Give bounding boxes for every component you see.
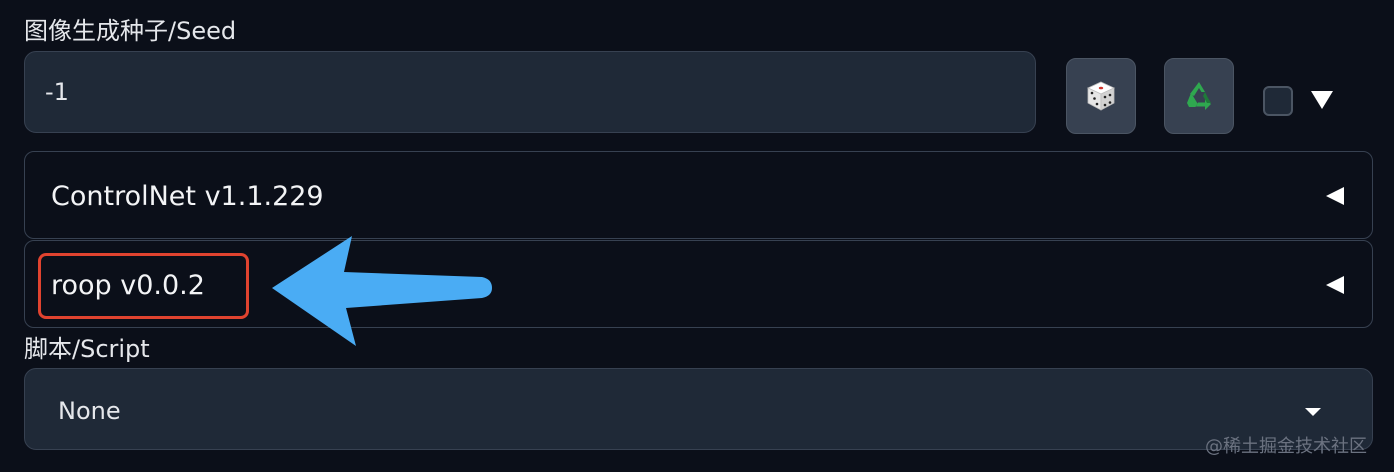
chevron-down-icon	[1305, 408, 1321, 416]
reuse-seed-button[interactable]	[1164, 58, 1234, 134]
arrow-annotation-icon	[272, 236, 492, 346]
extra-seed-checkbox[interactable]	[1263, 86, 1293, 116]
dice-icon	[1087, 81, 1115, 111]
accordion-controlnet-title: ControlNet v1.1.229	[51, 181, 324, 212]
caret-left-icon	[1326, 276, 1344, 294]
recycle-icon	[1187, 82, 1211, 110]
script-selected-value: None	[58, 397, 121, 425]
seed-input[interactable]	[24, 51, 1036, 133]
highlight-box-annotation	[38, 253, 249, 319]
watermark: @稀土掘金技术社区	[1205, 436, 1367, 457]
extra-options-toggle-icon[interactable]	[1309, 88, 1335, 112]
script-select[interactable]: None	[24, 368, 1373, 450]
caret-left-icon	[1326, 187, 1344, 205]
random-seed-button[interactable]	[1066, 58, 1136, 134]
seed-label: 图像生成种子/Seed	[24, 17, 237, 45]
accordion-controlnet[interactable]: ControlNet v1.1.229	[24, 151, 1373, 239]
script-label: 脚本/Script	[24, 335, 150, 363]
